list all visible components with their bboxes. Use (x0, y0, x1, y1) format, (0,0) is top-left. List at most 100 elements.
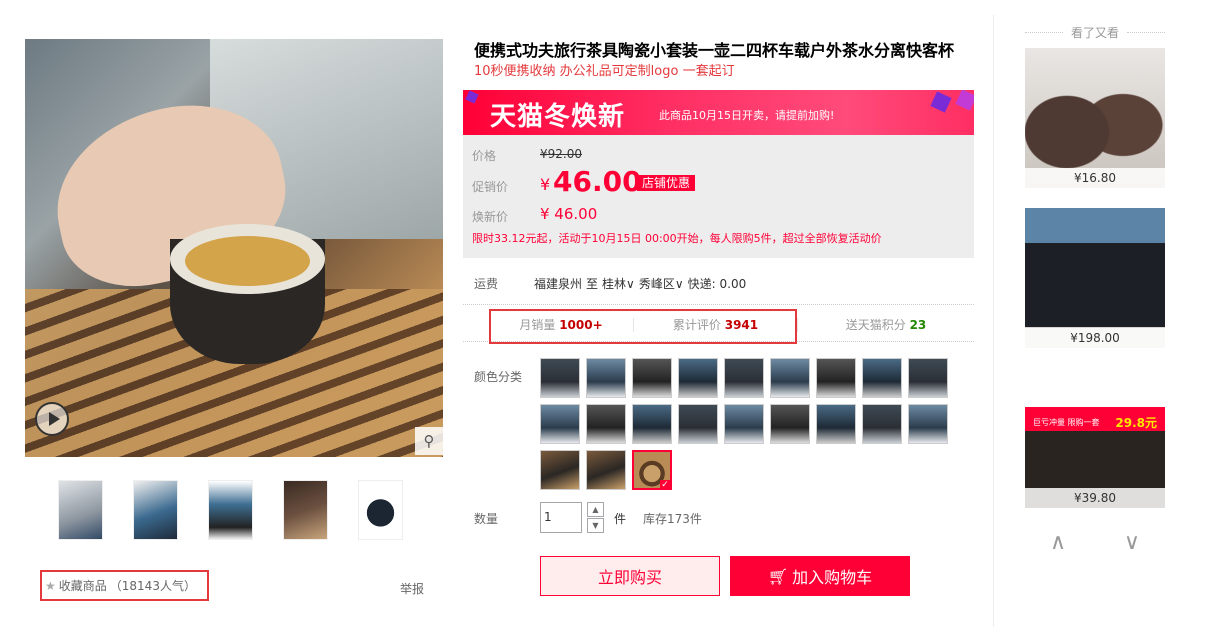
decrease-button[interactable]: ▼ (587, 518, 604, 533)
reviews-value: 3941 (724, 318, 759, 332)
title-rule (1127, 32, 1166, 33)
color-swatch[interactable] (770, 358, 810, 398)
divider (463, 304, 974, 305)
color-swatch[interactable] (586, 404, 626, 444)
color-swatch[interactable] (678, 358, 718, 398)
recommend-promo-price: 29.8元 (1115, 415, 1158, 430)
buy-now-button[interactable]: 立即购买 (540, 556, 720, 596)
main-product-image[interactable]: ⚲ (25, 39, 443, 457)
chevron-down-icon[interactable]: ∨ (1124, 530, 1140, 555)
points-label: 送天猫积分 (845, 318, 906, 332)
monthly-sales-label: 月销量 (519, 318, 556, 332)
recommend-promo-text: 巨亏冲量 限购一套 (1032, 417, 1100, 427)
gift-decoration-icon (955, 90, 974, 111)
color-swatch[interactable] (908, 404, 948, 444)
zoom-icon[interactable]: ⚲ (415, 427, 443, 455)
color-label: 颜色分类 (474, 370, 523, 384)
color-swatch[interactable] (540, 404, 580, 444)
promo-banner-title: 天猫冬焕新 (490, 102, 626, 132)
orig-price: ¥92.00 (540, 147, 582, 161)
product-title: 便携式功夫旅行茶具陶瓷小套装一壶二四杯车载户外茶水分离快客杯 (474, 41, 955, 60)
ship-to-word: 至 (586, 277, 599, 291)
quantity-label: 数量 (474, 512, 499, 526)
ship-express: 快递: 0.00 (687, 277, 747, 291)
points-value: 23 (909, 318, 927, 332)
thumbnail-1[interactable] (58, 480, 103, 540)
play-video-icon[interactable] (35, 402, 69, 436)
color-swatch[interactable] (862, 358, 902, 398)
color-swatch[interactable] (816, 404, 856, 444)
ship-district: 秀峰区 (638, 277, 675, 291)
gift-decoration-icon (930, 91, 952, 113)
reviews-label: 累计评价 (672, 318, 721, 332)
shipping-label: 运费 (474, 277, 499, 291)
thumbnail-4[interactable] (283, 480, 328, 540)
star-icon: ★ (45, 578, 56, 593)
color-swatch[interactable] (586, 450, 626, 490)
color-swatch[interactable] (816, 358, 856, 398)
recommend-item-price: ¥16.80 (1025, 168, 1165, 188)
color-swatch[interactable] (586, 358, 626, 398)
gift-decoration-icon (465, 90, 479, 104)
collect-label: 收藏商品 (58, 579, 107, 593)
ship-city: 桂林 (602, 277, 627, 291)
cart-icon: 🛒︎ (767, 566, 789, 586)
thumbnail-strip (58, 480, 418, 540)
promo-price: 46.00 (553, 165, 642, 198)
recommend-item-price: ¥39.80 (1025, 488, 1165, 508)
recommend-item[interactable]: ¥16.80 (1025, 48, 1165, 188)
quantity-stepper: ▲ ▼ (587, 502, 604, 533)
limit-note: 限时33.12元起，活动于10月15日 00:00开始，每人限购5件，超过全部恢… (472, 232, 882, 245)
color-swatch[interactable] (724, 404, 764, 444)
recommend-item[interactable]: ¥198.00 (1025, 208, 1165, 348)
recommend-item-price: ¥198.00 (1025, 328, 1165, 348)
recommend-promo-strip: 巨亏冲量 限购一套 29.8元 (1025, 412, 1165, 432)
recommend-item[interactable]: 巨亏冲量 限购一套 29.8元 ¥39.80 (1025, 368, 1165, 508)
thumbnail-3[interactable] (208, 480, 253, 540)
tmall-points: 送天猫积分 23 (798, 316, 974, 333)
color-swatch[interactable] (632, 450, 672, 490)
promo-price-label: 促销价 (472, 180, 509, 194)
ship-city-select[interactable]: 桂林∨ (602, 275, 635, 292)
shop-discount-tag[interactable]: 店铺优惠 (637, 175, 696, 191)
ship-district-select[interactable]: 秀峰区∨ (639, 275, 684, 292)
color-swatch[interactable] (632, 404, 672, 444)
color-swatch[interactable] (540, 450, 580, 490)
image-tea (185, 236, 310, 286)
thumbnail-2[interactable] (133, 480, 178, 540)
color-swatch[interactable] (724, 358, 764, 398)
recommend-nav: ∧ ∨ (1050, 530, 1140, 555)
column-divider (993, 15, 994, 627)
total-reviews[interactable]: 累计评价 3941 (634, 316, 797, 333)
chevron-down-icon: ∨ (674, 277, 684, 291)
collect-product-button[interactable]: ★ 收藏商品 （18143人气） (40, 570, 209, 601)
promo-banner-note: 此商品10月15日开卖，请提前加购! (659, 109, 835, 122)
color-swatches (540, 358, 960, 490)
color-swatch[interactable] (908, 358, 948, 398)
orig-price-label: 价格 (472, 149, 497, 163)
quantity-unit: 件 (614, 512, 627, 526)
quantity-input[interactable]: 1 (540, 502, 582, 533)
renew-price-label: 焕新价 (472, 210, 509, 224)
thumbnail-5[interactable] (358, 480, 403, 540)
shipping-info: 福建泉州 至 桂林∨ 秀峰区∨ 快递: 0.00 (534, 275, 746, 292)
ship-from: 福建泉州 (534, 277, 583, 291)
color-swatch[interactable] (678, 404, 718, 444)
chevron-up-icon[interactable]: ∧ (1050, 530, 1066, 555)
renew-price: ¥ 46.00 (540, 205, 598, 223)
add-to-cart-button[interactable]: 🛒︎ 加入购物车 (730, 556, 910, 596)
monthly-sales-value: 1000+ (559, 318, 603, 332)
color-swatch[interactable] (632, 358, 672, 398)
report-link[interactable]: 举报 (400, 580, 424, 597)
chevron-down-icon: ∨ (626, 277, 635, 291)
color-swatch[interactable] (770, 404, 810, 444)
increase-button[interactable]: ▲ (587, 502, 604, 517)
sales-stats: 月销量 1000+ 累计评价 3941 送天猫积分 23 (489, 316, 974, 333)
recommend-title: 看了又看 (1025, 24, 1166, 41)
color-swatch[interactable] (862, 404, 902, 444)
color-swatch[interactable] (540, 358, 580, 398)
promo-price-currency: ¥ (540, 175, 551, 194)
stock-count: 库存173件 (643, 512, 702, 526)
monthly-sales: 月销量 1000+ (489, 316, 633, 333)
product-subtitle: 10秒便携收纳 办公礼品可定制logo 一套起订 (474, 64, 735, 79)
